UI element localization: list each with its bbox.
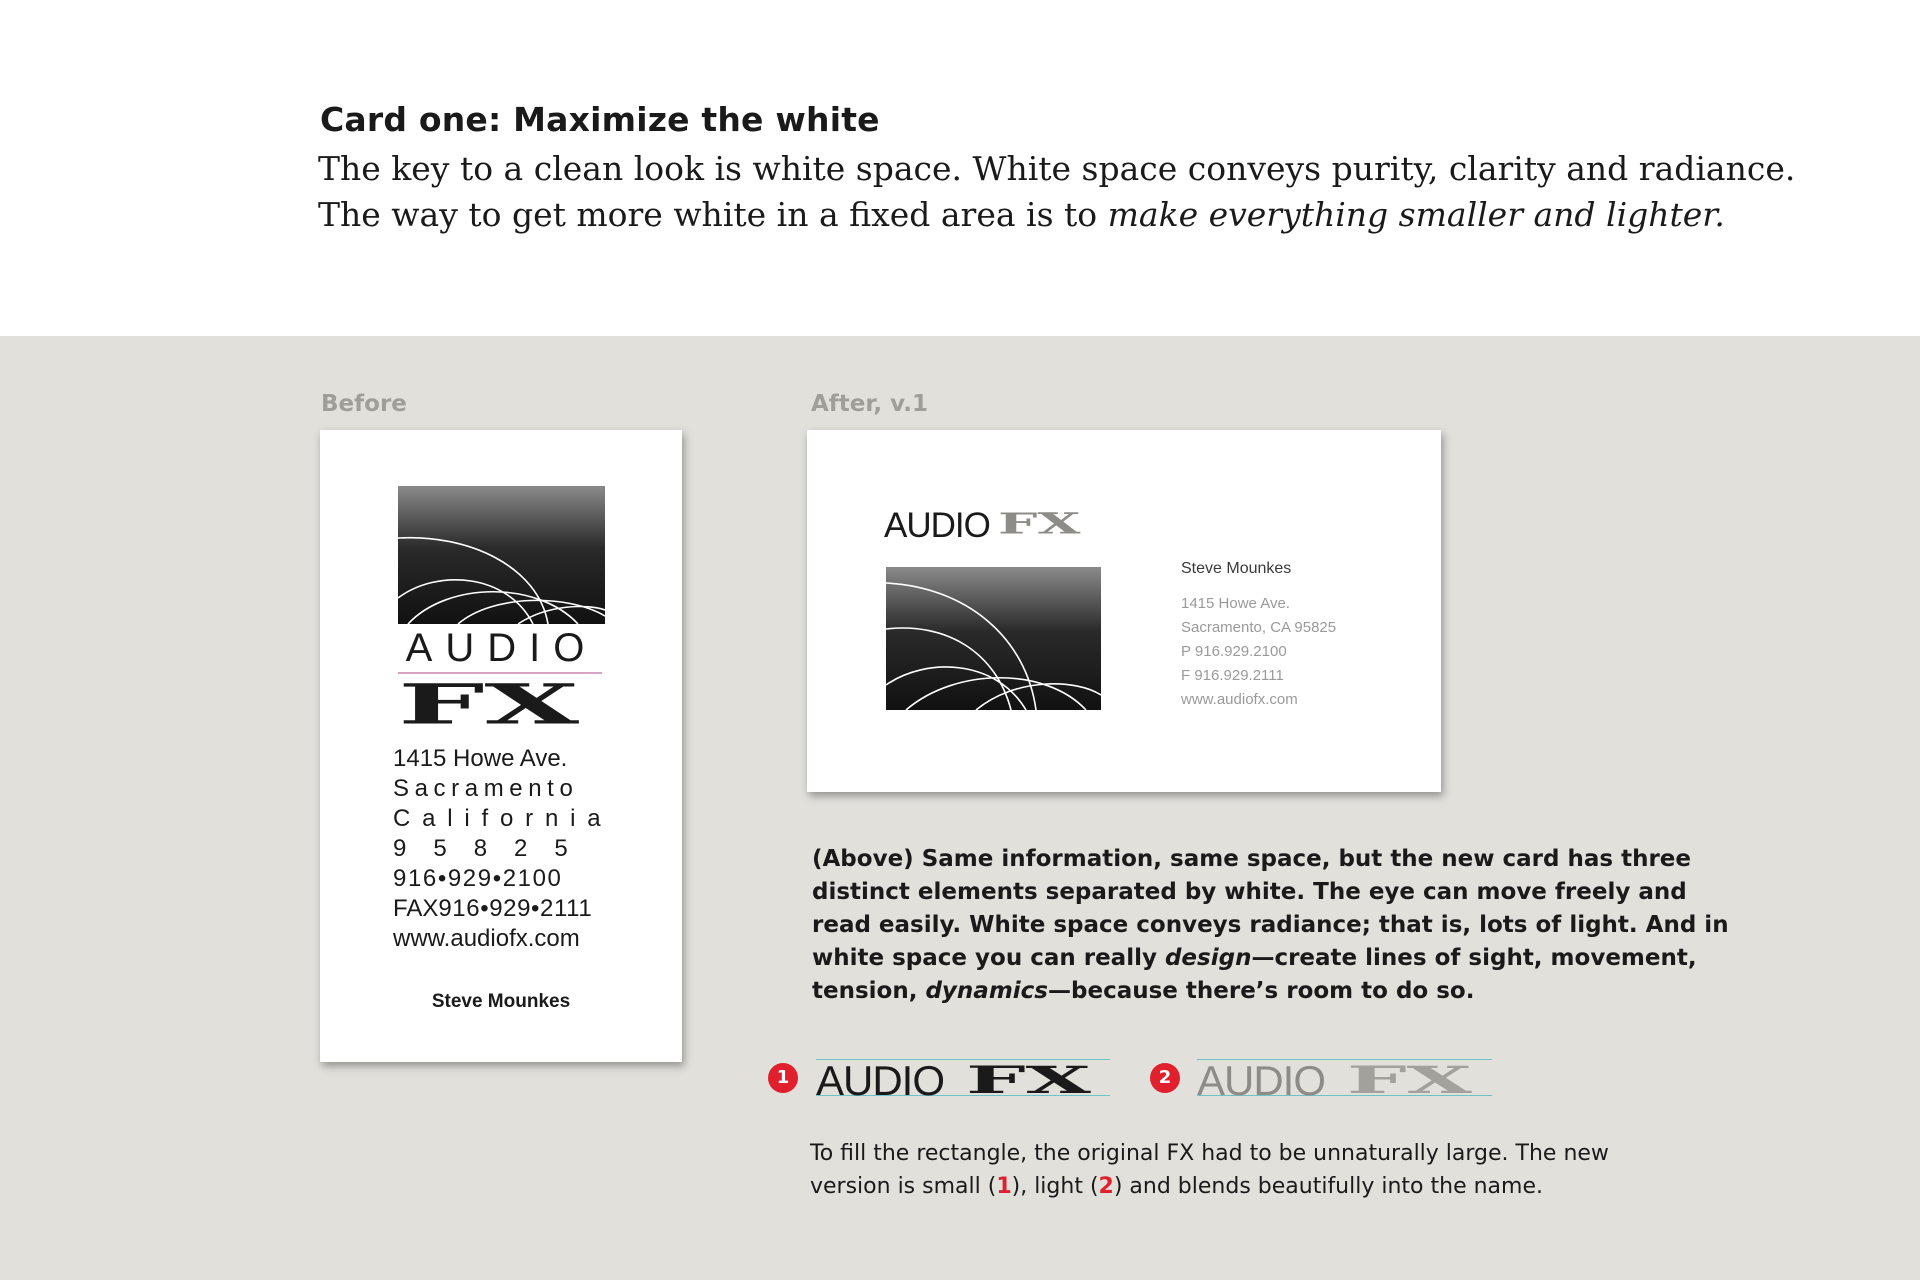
intro-line-1: The key to a clean look is white space. … <box>318 149 1796 188</box>
caption-below-line-1: To fill the rectangle, the original FX h… <box>810 1141 1609 1166</box>
after-phone: P 916.929.2100 <box>1181 643 1287 660</box>
intro-section: Card one: Maximize the white The key to … <box>0 0 1920 336</box>
before-name: Steve Mounkes <box>431 991 571 1012</box>
before-state: California <box>393 805 613 832</box>
before-city: Sacramento <box>393 775 579 802</box>
before-phone: 916•929•2100 <box>393 865 563 892</box>
caption-above-line-4: white space you can really design—create… <box>812 942 1722 975</box>
after-name: Steve Mounkes <box>1181 560 1292 577</box>
caption-above: (Above) Same information, same space, bu… <box>812 843 1729 1008</box>
caption-below: To fill the rectangle, the original FX h… <box>810 1137 1690 1203</box>
caption-below-line-2-b: ), light ( <box>1011 1174 1099 1199</box>
logo-variant-2: AUDIO FX <box>1197 1053 1492 1104</box>
caption-above-line-3: read easily. White space conveys radianc… <box>812 912 1729 938</box>
caption-below-ref-1: 1 <box>996 1174 1012 1199</box>
before-fax-prefix: FAX <box>393 895 439 922</box>
caption-above-dynamics: dynamics <box>925 978 1048 1004</box>
variant-2-audio: AUDIO <box>1197 1057 1326 1104</box>
after-logo-graphic <box>886 567 1101 710</box>
intro-line-2-plain: The way to get more white in a fixed are… <box>318 195 1108 234</box>
arcs-logo-icon <box>886 567 1101 710</box>
variant-1-fx: FX <box>966 1058 1091 1103</box>
intro-text: The key to a clean look is white space. … <box>318 146 1796 238</box>
after-label: After, v.1 <box>811 391 928 417</box>
variant-1-audio: AUDIO <box>816 1057 945 1104</box>
before-address: 1415 Howe Ave. <box>393 745 568 772</box>
variant-2-fx: FX <box>1347 1058 1472 1103</box>
logo-variant-1: AUDIO FX <box>816 1053 1110 1104</box>
after-web: www.audiofx.com <box>1181 691 1298 708</box>
badge-1: 1 <box>768 1063 798 1093</box>
intro-line-2: The way to get more white in a fixed are… <box>318 192 1758 238</box>
caption-below-line-2-c: ) and blends beautifully into the name. <box>1113 1174 1543 1199</box>
caption-above-line-5-b: —because there’s room to do so. <box>1048 978 1475 1004</box>
before-logo-audio: AUDIO <box>405 626 598 670</box>
before-web: www.audiofx.com <box>393 925 580 952</box>
before-zip: 95825 <box>393 835 595 862</box>
before-logo-fx: FX <box>398 672 579 737</box>
after-logo-audio: AUDIO <box>884 506 991 545</box>
arcs-logo-icon <box>398 486 605 624</box>
caption-below-line-2-a: version is small ( <box>810 1174 997 1199</box>
caption-above-line-2: distinct elements separated by white. Th… <box>812 879 1687 905</box>
caption-above-line-1: (Above) Same information, same space, bu… <box>812 846 1691 872</box>
caption-below-line-2: version is small (1), light (2) and blen… <box>810 1170 1690 1203</box>
before-fax-line: FAX916•929•2111 <box>393 894 609 924</box>
caption-above-design: design <box>1164 945 1252 971</box>
caption-above-line-4-b: —create lines of sight, movement, <box>1251 945 1697 971</box>
before-label: Before <box>321 391 407 417</box>
after-fax: F 916.929.2111 <box>1181 667 1284 684</box>
caption-above-line-5: tension, dynamics—because there’s room t… <box>812 975 1722 1008</box>
after-address: 1415 Howe Ave. <box>1181 595 1290 612</box>
after-city-line: Sacramento, CA 95825 <box>1181 619 1337 636</box>
before-logo-graphic <box>398 486 605 624</box>
before-fax: 916•929•2111 <box>438 895 593 922</box>
before-contact-block: 1415 Howe Ave. Sacramento California 958… <box>393 744 609 954</box>
caption-above-line-4-a: white space you can really <box>812 945 1165 971</box>
caption-below-ref-2: 2 <box>1098 1174 1114 1199</box>
page-heading: Card one: Maximize the white <box>320 100 880 139</box>
badge-2: 2 <box>1150 1063 1180 1093</box>
after-logo-fx: FX <box>998 508 1081 542</box>
after-contact-block: 1415 Howe Ave. Sacramento, CA 95825 P 91… <box>1181 592 1336 712</box>
intro-line-2-italic: make everything smaller and lighter. <box>1107 195 1725 234</box>
caption-above-line-5-a: tension, <box>812 978 926 1004</box>
